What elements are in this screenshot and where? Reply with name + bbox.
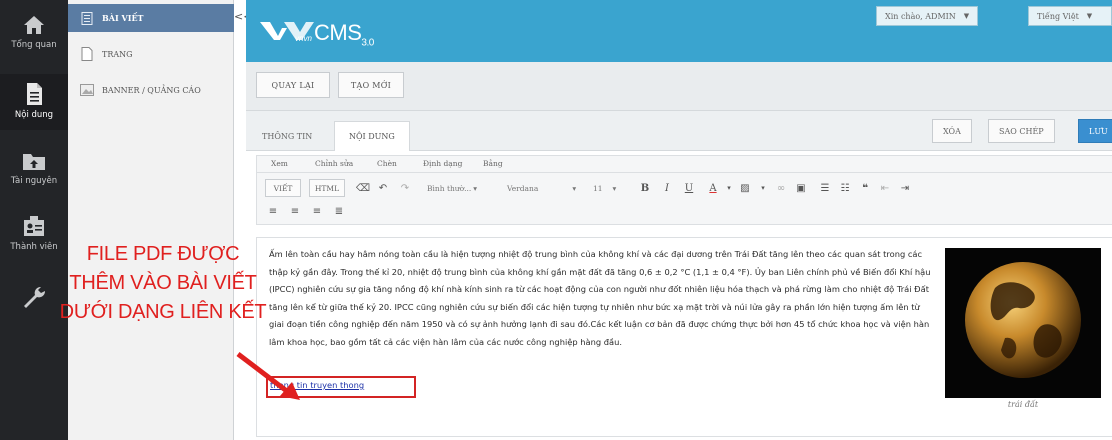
align-right-icon[interactable]: ≡ [309,203,325,219]
subnav-item-label: TRANG [102,49,133,59]
main-nav-rail: Tổng quan Nội dung Tài nguyên Thành viên [0,0,68,440]
collapse-sidebar-button[interactable]: << [234,10,252,24]
image-icon [80,83,94,97]
folder-upload-icon [23,154,45,170]
background-color-icon[interactable]: ▨ [737,180,753,196]
save-button[interactable]: LƯU [1078,119,1112,143]
menu-view[interactable]: Xem [271,159,288,168]
app-header: vnvn CMS3.0 Xin chào, ADMIN ▼ Tiếng Việt ▼ [246,0,1112,62]
editor-menubar: Xem Chỉnh sửa Chèn Định dạng Bảng [256,155,1112,173]
language-label: Tiếng Việt [1037,11,1079,21]
delete-button[interactable]: XÓA [932,119,972,143]
rail-item-label: Tài nguyên [10,176,58,186]
format-select[interactable]: Bình thườ... ▾ [427,179,493,197]
outdent-icon[interactable]: ⇤ [877,180,893,196]
content-subnav: BÀI VIẾT TRANG BANNER / QUẢNG CÁO [68,0,234,440]
globe-image [945,248,1101,398]
menu-table[interactable]: Bảng [483,159,503,168]
members-icon [24,216,44,236]
image-caption: trái đất [1007,400,1039,409]
chevron-down-icon: ▾ [572,183,577,193]
blockquote-icon[interactable]: ❝ [857,180,873,196]
insert-image-icon[interactable]: ▣ [793,180,809,196]
wrench-icon [24,286,46,308]
subnav-item-articles[interactable]: BÀI VIẾT [68,4,234,32]
rail-item-label: Tổng quan [11,40,57,50]
article-icon [80,11,94,25]
chevron-down-icon[interactable]: ▾ [755,180,771,196]
bold-button[interactable]: B [637,180,653,196]
home-icon [24,16,44,34]
tab-info[interactable]: THÔNG TIN [248,121,326,151]
font-family-select[interactable]: Verdana ▾ [507,179,585,197]
text-color-button[interactable]: A [705,180,721,196]
align-left-icon[interactable]: ≡ [265,203,281,219]
page-icon [80,47,94,61]
main-area: vnvn CMS3.0 Xin chào, ADMIN ▼ Tiếng Việt ▼… [246,0,1112,440]
menu-insert[interactable]: Chèn [377,159,397,168]
editor-tabs: THÔNG TIN NỘI DUNG XÓA SAO CHÉP LƯU [246,111,1112,151]
clear-format-icon[interactable]: ⌫ [355,180,371,196]
rail-item-overview[interactable]: Tổng quan [0,14,68,50]
indent-icon[interactable]: ⇥ [897,180,913,196]
editor-toolbar: VIẾT HTML ⌫ ↶ ↷ Bình thườ... ▾ Verdana ▾ 1… [256,173,1112,225]
logo-text: CMS3.0 [314,20,374,49]
user-menu-button[interactable]: Xin chào, ADMIN ▼ [876,6,979,26]
chevron-down-icon: ▼ [1086,12,1093,20]
annotation-line: THÊM VÀO BÀI VIẾT [69,272,257,294]
article-paragraph: Ấm lên toàn cầu hay hâm nóng toàn cầu là… [269,249,931,347]
link-highlight-box [266,376,416,398]
chevron-down-icon: ▼ [963,12,970,20]
article-editor-panel: THÔNG TIN NỘI DUNG XÓA SAO CHÉP LƯU Xem … [246,110,1112,440]
chevron-down-icon[interactable]: ▾ [721,180,737,196]
editor-content[interactable]: Ấm lên toàn cầu hay hâm nóng toàn cầu là… [256,237,1112,437]
rail-item-label: Nội dung [14,110,54,120]
annotation-line: DƯỚI DẠNG LIÊN KẾT [59,301,267,323]
numbered-list-icon[interactable]: ☷ [837,180,853,196]
user-greeting: Xin chào, ADMIN [885,11,956,21]
subnav-item-label: BANNER / QUẢNG CÁO [102,85,201,95]
tab-content[interactable]: NỘI DUNG [334,121,410,151]
html-mode-button[interactable]: HTML [309,179,345,197]
subnav-item-pages[interactable]: TRANG [68,40,234,68]
subnav-item-banners[interactable]: BANNER / QUẢNG CÁO [68,76,234,104]
subnav-item-label: BÀI VIẾT [102,13,144,23]
italic-button[interactable]: I [659,180,675,196]
align-justify-icon[interactable]: ≣ [331,203,347,219]
chevron-down-icon: ▾ [612,183,617,193]
visual-mode-button[interactable]: VIẾT [265,179,301,197]
menu-edit[interactable]: Chỉnh sửa [315,159,353,168]
undo-icon[interactable]: ↶ [375,180,391,196]
link-icon[interactable]: ∞ [773,180,789,196]
language-select[interactable]: Tiếng Việt ▼ [1028,6,1112,26]
rail-item-content[interactable]: Nội dung [0,74,68,130]
rail-item-resources[interactable]: Tài nguyên [0,150,68,186]
menu-format[interactable]: Định dạng [423,159,462,168]
document-icon [27,83,42,105]
rail-item-label: Thành viên [10,242,58,252]
underline-button[interactable]: U [681,180,697,196]
back-button[interactable]: QUAY LẠI [256,72,330,98]
font-size-select[interactable]: 11 ▾ [593,179,629,197]
bullet-list-icon[interactable]: ☰ [817,180,833,196]
annotation-line: FILE PDF ĐƯỢC [86,243,240,265]
align-center-icon[interactable]: ≡ [287,203,303,219]
redo-icon[interactable]: ↷ [397,180,413,196]
chevron-down-icon: ▾ [473,183,478,193]
logo-small-text: vnvn [295,34,312,43]
page-toolbar: QUAY LẠI TẠO MỚI [246,62,1112,110]
copy-button[interactable]: SAO CHÉP [988,119,1055,143]
annotation-text: FILE PDF ĐƯỢC THÊM VÀO BÀI VIẾT DƯỚI DẠN… [58,240,268,327]
inline-image[interactable]: trái đất [945,248,1101,420]
create-new-button[interactable]: TẠO MỚI [338,72,404,98]
